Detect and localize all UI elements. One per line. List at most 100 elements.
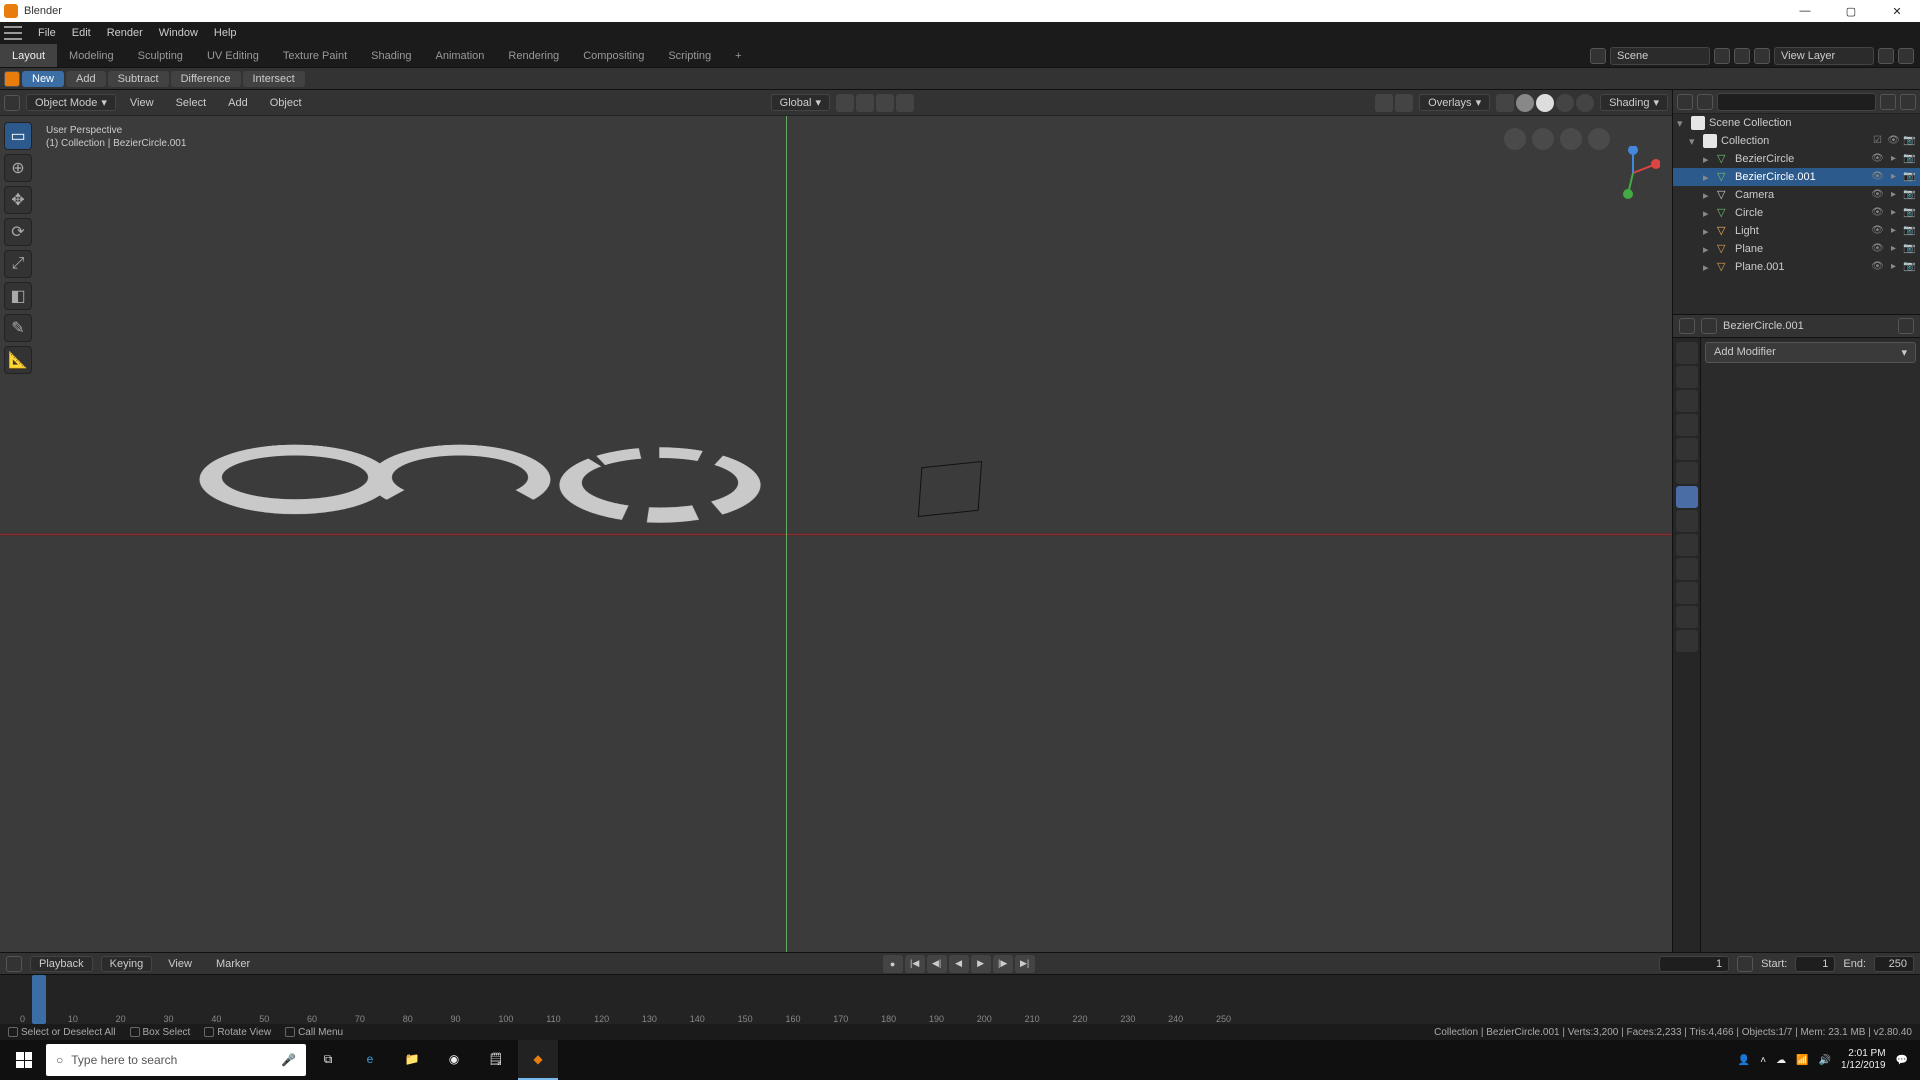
ptab-world[interactable]	[1676, 438, 1698, 460]
shading-solid-button[interactable]	[1536, 94, 1554, 112]
ptab-render[interactable]	[1676, 342, 1698, 364]
render-toggle[interactable]: 📷	[1903, 171, 1916, 184]
disclosure-icon[interactable]: ▸	[1703, 261, 1713, 274]
vp-menu-view[interactable]: View	[122, 97, 162, 109]
snap-options-button[interactable]	[876, 94, 894, 112]
tool-transform[interactable]: ◧	[4, 282, 32, 310]
timeline-track[interactable]: 0102030405060708090100110120130140150160…	[0, 974, 1920, 1024]
visibility-toggle[interactable]: 👁	[1871, 153, 1884, 166]
end-frame-field[interactable]: 250	[1874, 956, 1914, 972]
taskbar-app-explorer[interactable]: 📁	[392, 1040, 432, 1080]
window-maximize-button[interactable]: ▢	[1828, 0, 1874, 22]
workspace-tab-sculpting[interactable]: Sculpting	[126, 44, 195, 67]
shading-lookdev-button[interactable]	[1556, 94, 1574, 112]
taskbar-search-input[interactable]: ○ Type here to search 🎤	[46, 1044, 306, 1076]
menu-render[interactable]: Render	[99, 27, 151, 39]
tool-select-box[interactable]: ▭	[4, 122, 32, 150]
workspace-tab-texture-paint[interactable]: Texture Paint	[271, 44, 359, 67]
ptab-output[interactable]	[1676, 366, 1698, 388]
vp-menu-select[interactable]: Select	[168, 97, 215, 109]
show-gizmo-button[interactable]	[1375, 94, 1393, 112]
tray-network-icon[interactable]: 📶	[1796, 1055, 1808, 1066]
workspace-tab-layout[interactable]: Layout	[0, 44, 57, 67]
keyframe-next-button[interactable]: |▶	[993, 955, 1013, 973]
viewlayer-delete-icon[interactable]	[1898, 48, 1914, 64]
render-toggle[interactable]: 📷	[1903, 207, 1916, 220]
bool-op-difference[interactable]: Difference	[171, 71, 241, 87]
current-frame-field[interactable]: 1	[1659, 956, 1729, 972]
ptab-viewlayer[interactable]	[1676, 390, 1698, 412]
render-toggle[interactable]: 📷	[1903, 225, 1916, 238]
ptab-material[interactable]	[1676, 606, 1698, 628]
outliner-editor-type-icon[interactable]	[1677, 94, 1693, 110]
disclosure-icon[interactable]: ▾	[1677, 117, 1687, 130]
bool-op-add[interactable]: Add	[66, 71, 106, 87]
scene-name-field[interactable]: Scene	[1610, 47, 1710, 65]
snap-toggle-button[interactable]	[856, 94, 874, 112]
properties-pin-icon[interactable]	[1898, 318, 1914, 334]
viewlayer-new-icon[interactable]	[1878, 48, 1894, 64]
outliner-row-plane[interactable]: ▸▽Plane👁▸📷	[1673, 240, 1920, 258]
menu-window[interactable]: Window	[151, 27, 206, 39]
selectable-toggle[interactable]: ▸	[1887, 153, 1900, 166]
ptab-texture[interactable]	[1676, 630, 1698, 652]
viewport-3d[interactable]: User Perspective (1) Collection | Bezier…	[0, 116, 1672, 952]
visibility-toggle[interactable]: 👁	[1871, 225, 1884, 238]
nav-pan-icon[interactable]	[1532, 128, 1554, 150]
selectable-toggle[interactable]: ▸	[1887, 261, 1900, 274]
task-view-button[interactable]: ⧉	[308, 1040, 348, 1080]
workspace-tab-scripting[interactable]: Scripting	[656, 44, 723, 67]
tray-onedrive-icon[interactable]: ☁	[1776, 1055, 1786, 1066]
bool-op-intersect[interactable]: Intersect	[243, 71, 305, 87]
outliner-search-input[interactable]	[1717, 93, 1876, 111]
xray-toggle-button[interactable]	[1496, 94, 1514, 112]
orientation-gizmo[interactable]	[1606, 146, 1660, 200]
visibility-toggle[interactable]: 👁	[1871, 261, 1884, 274]
show-overlays-button[interactable]	[1395, 94, 1413, 112]
visibility-toggle[interactable]: 👁	[1871, 243, 1884, 256]
workspace-tab-modeling[interactable]: Modeling	[57, 44, 126, 67]
selectable-toggle[interactable]: ▸	[1887, 207, 1900, 220]
timeline-menu-playback[interactable]: Playback	[30, 956, 93, 972]
disclosure-icon[interactable]: ▸	[1703, 171, 1713, 184]
selectable-toggle[interactable]: ▸	[1887, 189, 1900, 202]
selectable-toggle[interactable]: ▸	[1887, 171, 1900, 184]
tray-people-icon[interactable]: 👤	[1738, 1055, 1750, 1066]
shading-rendered-button[interactable]	[1576, 94, 1594, 112]
tool-cursor[interactable]: ⊕	[4, 154, 32, 182]
ptab-constraints[interactable]	[1676, 558, 1698, 580]
play-reverse-button[interactable]: ◀	[949, 955, 969, 973]
bool-mode-new[interactable]: New	[22, 71, 64, 87]
disclosure-icon[interactable]: ▸	[1703, 207, 1713, 220]
overlays-dropdown[interactable]: Overlays ▾	[1419, 94, 1490, 111]
proportional-edit-button[interactable]	[896, 94, 914, 112]
render-toggle[interactable]: 📷	[1903, 153, 1916, 166]
render-toggle[interactable]: 📷	[1903, 135, 1916, 148]
workspace-tab-shading[interactable]: Shading	[359, 44, 423, 67]
viewlayer-name-field[interactable]: View Layer	[1774, 47, 1874, 65]
frame-lock-icon[interactable]	[1737, 956, 1753, 972]
add-modifier-button[interactable]: Add Modifier ▾	[1705, 342, 1916, 363]
tool-move[interactable]: ✥	[4, 186, 32, 214]
visibility-toggle[interactable]: 👁	[1871, 171, 1884, 184]
keyframe-prev-button[interactable]: ◀|	[927, 955, 947, 973]
play-button[interactable]: ▶	[971, 955, 991, 973]
editor-type-icon[interactable]	[4, 95, 20, 111]
scene-browse-icon[interactable]	[1590, 48, 1606, 64]
bool-op-subtract[interactable]: Subtract	[108, 71, 169, 87]
outliner-display-mode-icon[interactable]	[1697, 94, 1713, 110]
ptab-data[interactable]	[1676, 582, 1698, 604]
outliner-row-scene-collection[interactable]: ▾ Scene Collection	[1673, 114, 1920, 132]
shading-wireframe-button[interactable]	[1516, 94, 1534, 112]
taskbar-app-stickynotes[interactable]: 🗒	[476, 1040, 516, 1080]
taskbar-app-chrome[interactable]: ◉	[434, 1040, 474, 1080]
outliner-filter-icon[interactable]	[1880, 94, 1896, 110]
disclosure-icon[interactable]: ▸	[1703, 153, 1713, 166]
disclosure-icon[interactable]: ▸	[1703, 225, 1713, 238]
render-toggle[interactable]: 📷	[1903, 261, 1916, 274]
window-close-button[interactable]: ✕	[1874, 0, 1920, 22]
visibility-toggle[interactable]: 👁	[1871, 189, 1884, 202]
render-toggle[interactable]: 📷	[1903, 243, 1916, 256]
menu-help[interactable]: Help	[206, 27, 245, 39]
disclosure-icon[interactable]: ▸	[1703, 189, 1713, 202]
